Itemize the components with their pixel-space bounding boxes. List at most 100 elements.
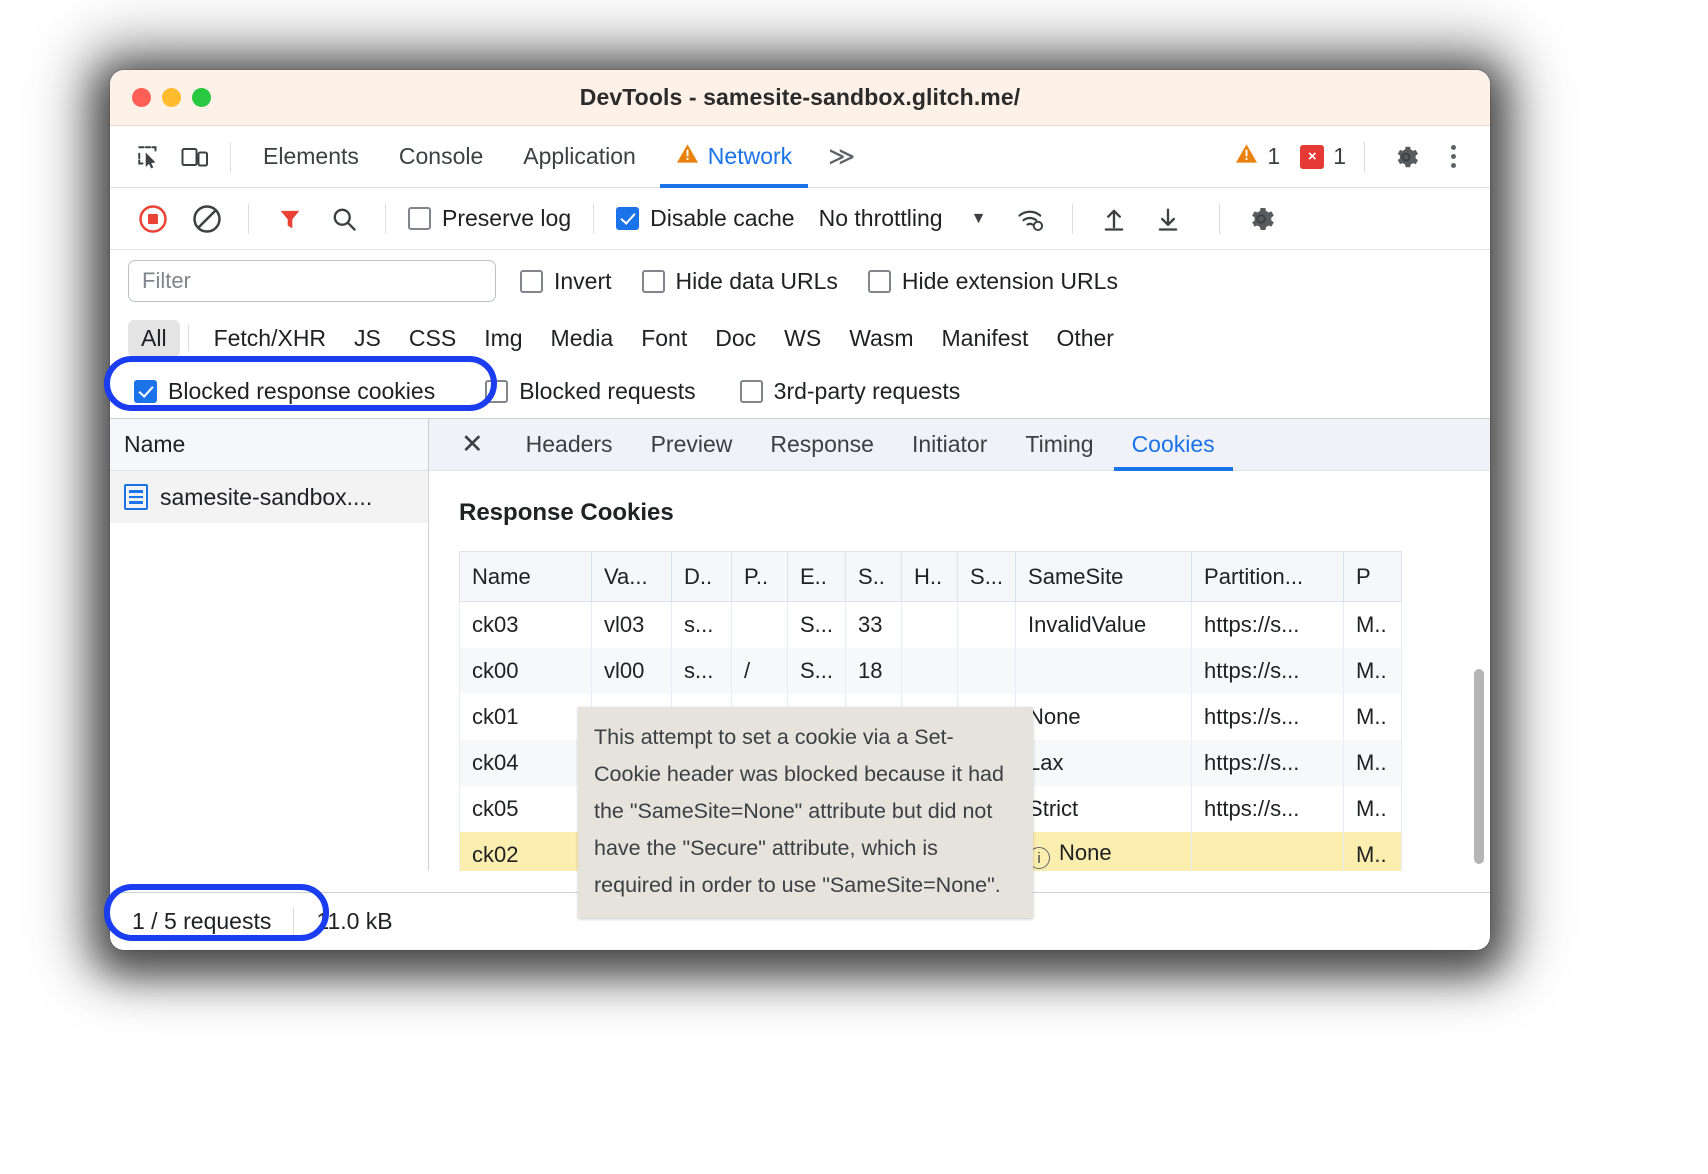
record-stop-icon[interactable] bbox=[128, 197, 178, 241]
download-har-icon[interactable] bbox=[1143, 197, 1193, 241]
cell-samesite: InvalidValue bbox=[1015, 601, 1193, 648]
checkbox-box bbox=[867, 269, 891, 293]
type-filter-manifest[interactable]: Manifest bbox=[929, 320, 1042, 357]
preserve-log-checkbox[interactable]: Preserve log bbox=[402, 205, 577, 232]
filter-funnel-icon[interactable] bbox=[265, 197, 315, 241]
request-list-row[interactable]: samesite-sandbox.... bbox=[110, 471, 428, 523]
cell-priority: M.. bbox=[1343, 601, 1403, 648]
blocked-filters-row: Blocked response cookies Blocked request… bbox=[110, 364, 1490, 418]
col-header-httponly[interactable]: H.. bbox=[901, 551, 959, 602]
inspect-cursor-icon[interactable] bbox=[126, 136, 172, 178]
cell-samesite: Strict bbox=[1015, 785, 1193, 832]
type-filter-ws[interactable]: WS bbox=[771, 320, 834, 357]
clear-icon[interactable] bbox=[182, 197, 232, 241]
col-header-partition-key[interactable]: Partition... bbox=[1191, 551, 1345, 602]
tab-elements-label: Elements bbox=[263, 143, 359, 169]
gear-icon[interactable] bbox=[1383, 136, 1429, 178]
col-header-value[interactable]: Va... bbox=[591, 551, 672, 602]
type-filter-fetch-xhr[interactable]: Fetch/XHR bbox=[201, 320, 339, 357]
filter-input[interactable] bbox=[128, 260, 496, 302]
hide-extension-urls-checkbox[interactable]: Hide extension URLs bbox=[862, 268, 1124, 295]
throttling-select-value[interactable]: No throttling bbox=[819, 205, 943, 232]
blocked-response-cookies-checkbox[interactable]: Blocked response cookies bbox=[128, 378, 441, 405]
cell-expires: S... bbox=[786, 647, 847, 694]
blocked-requests-checkbox[interactable]: Blocked requests bbox=[479, 378, 701, 405]
gear-icon[interactable] bbox=[1236, 197, 1286, 241]
toolbar-divider bbox=[248, 203, 249, 234]
col-header-size[interactable]: S.. bbox=[845, 551, 903, 602]
third-party-requests-checkbox[interactable]: 3rd-party requests bbox=[734, 378, 967, 405]
search-icon[interactable] bbox=[319, 197, 369, 241]
error-count-label: 1 bbox=[1333, 143, 1346, 169]
type-filter-js[interactable]: JS bbox=[341, 320, 394, 357]
kebab-menu-icon[interactable] bbox=[1435, 145, 1472, 168]
tab-headers[interactable]: Headers bbox=[508, 419, 631, 471]
hide-data-urls-checkbox[interactable]: Hide data URLs bbox=[636, 268, 844, 295]
checkbox-box bbox=[641, 269, 665, 293]
error-badge-icon: × bbox=[1300, 144, 1325, 169]
col-header-priority[interactable]: P bbox=[1343, 551, 1403, 602]
checkbox-box bbox=[739, 379, 763, 403]
invert-checkbox[interactable]: Invert bbox=[514, 268, 618, 295]
col-header-domain[interactable]: D.. bbox=[671, 551, 732, 602]
cell-expires: S... bbox=[786, 601, 847, 648]
type-filter-wasm[interactable]: Wasm bbox=[836, 320, 926, 357]
type-filter-img[interactable]: Img bbox=[471, 320, 535, 357]
checkbox-box bbox=[134, 379, 157, 403]
type-filter-doc[interactable]: Doc bbox=[702, 320, 769, 357]
network-conditions-icon[interactable] bbox=[1006, 197, 1056, 241]
tab-cookies[interactable]: Cookies bbox=[1113, 419, 1233, 471]
tab-response[interactable]: Response bbox=[752, 419, 892, 471]
cell-priority: M.. bbox=[1343, 831, 1403, 871]
disable-cache-checkbox[interactable]: Disable cache bbox=[610, 205, 800, 232]
warning-count-label: 1 bbox=[1267, 143, 1281, 169]
vertical-scrollbar[interactable] bbox=[1474, 669, 1484, 864]
col-header-samesite[interactable]: SameSite bbox=[1015, 551, 1193, 602]
invert-label: Invert bbox=[554, 267, 612, 294]
type-filter-media[interactable]: Media bbox=[538, 320, 627, 357]
request-list-name-header[interactable]: Name bbox=[110, 419, 428, 471]
devtools-main-tabbar: Elements Console Application Network ≫ 1… bbox=[110, 126, 1490, 188]
type-filter-other[interactable]: Other bbox=[1043, 320, 1127, 357]
col-header-name[interactable]: Name bbox=[459, 551, 592, 602]
type-filter-all[interactable]: All bbox=[128, 319, 180, 357]
tab-elements[interactable]: Elements bbox=[243, 126, 379, 188]
chevron-down-icon[interactable]: ▼ bbox=[971, 210, 987, 228]
toolbar-divider bbox=[230, 141, 231, 172]
cell-name: ck04 bbox=[459, 739, 592, 786]
table-header-row: Name Va... D.. P.. E.. S.. H.. S... Same… bbox=[459, 551, 1403, 602]
warning-count-badge[interactable]: 1 bbox=[1235, 143, 1280, 170]
type-filter-font[interactable]: Font bbox=[628, 320, 700, 357]
cell-samesite: Lax bbox=[1015, 739, 1193, 786]
toolbar-divider bbox=[187, 325, 189, 351]
cell-size: 33 bbox=[845, 601, 903, 648]
close-icon[interactable]: ✕ bbox=[439, 431, 506, 458]
col-header-expires[interactable]: E.. bbox=[786, 551, 847, 602]
toolbar-divider bbox=[385, 203, 386, 234]
cell-partition-key bbox=[1191, 831, 1345, 871]
preserve-log-label: Preserve log bbox=[442, 205, 572, 231]
tab-initiator[interactable]: Initiator bbox=[894, 419, 1005, 471]
checkbox-box bbox=[616, 207, 640, 230]
window-title: DevTools - samesite-sandbox.glitch.me/ bbox=[579, 84, 1021, 110]
type-filter-css[interactable]: CSS bbox=[396, 320, 469, 357]
more-tabs-button[interactable]: ≫ bbox=[812, 141, 871, 172]
cell-samesite bbox=[1015, 647, 1193, 694]
cell-priority: M.. bbox=[1343, 647, 1403, 694]
cell-priority: M.. bbox=[1343, 739, 1403, 786]
cell-samesite-label: None bbox=[1059, 839, 1112, 865]
tab-timing[interactable]: Timing bbox=[1007, 419, 1111, 471]
tab-network[interactable]: Network bbox=[656, 126, 812, 188]
tab-preview[interactable]: Preview bbox=[633, 419, 751, 471]
table-row[interactable]: ck00 vl00 s... / S... 18 https://s... M.… bbox=[459, 647, 1403, 694]
disable-cache-label: Disable cache bbox=[650, 205, 795, 231]
upload-har-icon[interactable] bbox=[1089, 197, 1139, 241]
table-row[interactable]: ck03 vl03 s... S... 33 InvalidValue http… bbox=[459, 601, 1403, 648]
tab-console[interactable]: Console bbox=[379, 126, 503, 188]
col-header-secure[interactable]: S... bbox=[957, 551, 1017, 602]
screenshot-root: DevTools - samesite-sandbox.glitch.me/ E… bbox=[0, 0, 1708, 1174]
error-count-badge[interactable]: × 1 bbox=[1300, 143, 1346, 170]
col-header-path[interactable]: P.. bbox=[731, 551, 788, 602]
device-toolbar-icon[interactable] bbox=[172, 136, 218, 178]
tab-application[interactable]: Application bbox=[503, 126, 656, 188]
